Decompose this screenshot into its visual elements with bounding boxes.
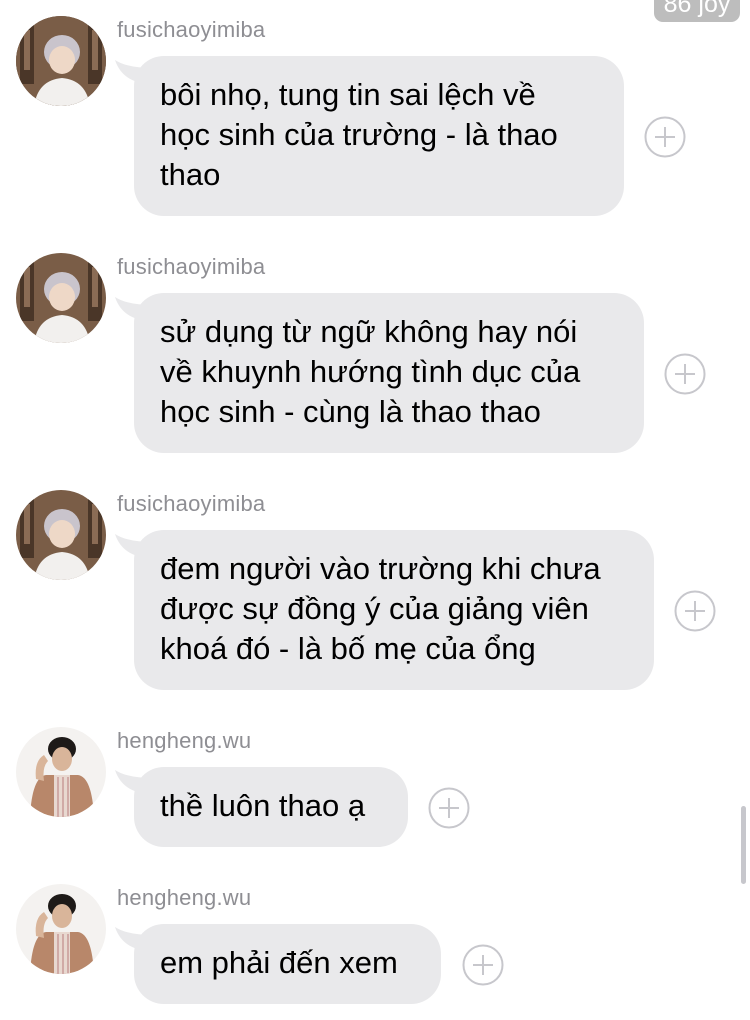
plus-circle-icon[interactable] [664, 353, 706, 395]
sender-name: hengheng.wu [117, 728, 252, 753]
sender-name: hengheng.wu [117, 885, 252, 910]
avatar-hengheng-wu[interactable] [16, 727, 106, 817]
avatar-fusichaoyimiba[interactable] [16, 490, 106, 580]
plus-circle-icon[interactable] [674, 590, 716, 632]
message-bubble[interactable]: sử dụng từ ngữ không hay nói về khuynh h… [134, 293, 644, 453]
message-bubble[interactable]: thề luôn thao ạ [134, 767, 408, 847]
plus-circle-icon[interactable] [644, 116, 686, 158]
avatar-fusichaoyimiba[interactable] [16, 253, 106, 343]
message-bubble[interactable]: em phải đến xem [134, 924, 441, 1004]
plus-circle-icon[interactable] [462, 944, 504, 986]
plus-circle-icon[interactable] [428, 787, 470, 829]
scrollbar[interactable] [741, 806, 746, 884]
avatar-hengheng-wu[interactable] [16, 884, 106, 974]
unread-badge: 86 joy [654, 0, 740, 22]
avatar-fusichaoyimiba[interactable] [16, 16, 106, 106]
message-bubble[interactable]: bôi nhọ, tung tin sai lệch về học sinh c… [134, 56, 624, 216]
message-bubble[interactable]: đem người vào trường khi chưa được sự đồ… [134, 530, 654, 690]
sender-name: fusichaoyimiba [117, 254, 266, 279]
sender-name: fusichaoyimiba [117, 491, 266, 516]
sender-name: fusichaoyimiba [117, 17, 266, 42]
